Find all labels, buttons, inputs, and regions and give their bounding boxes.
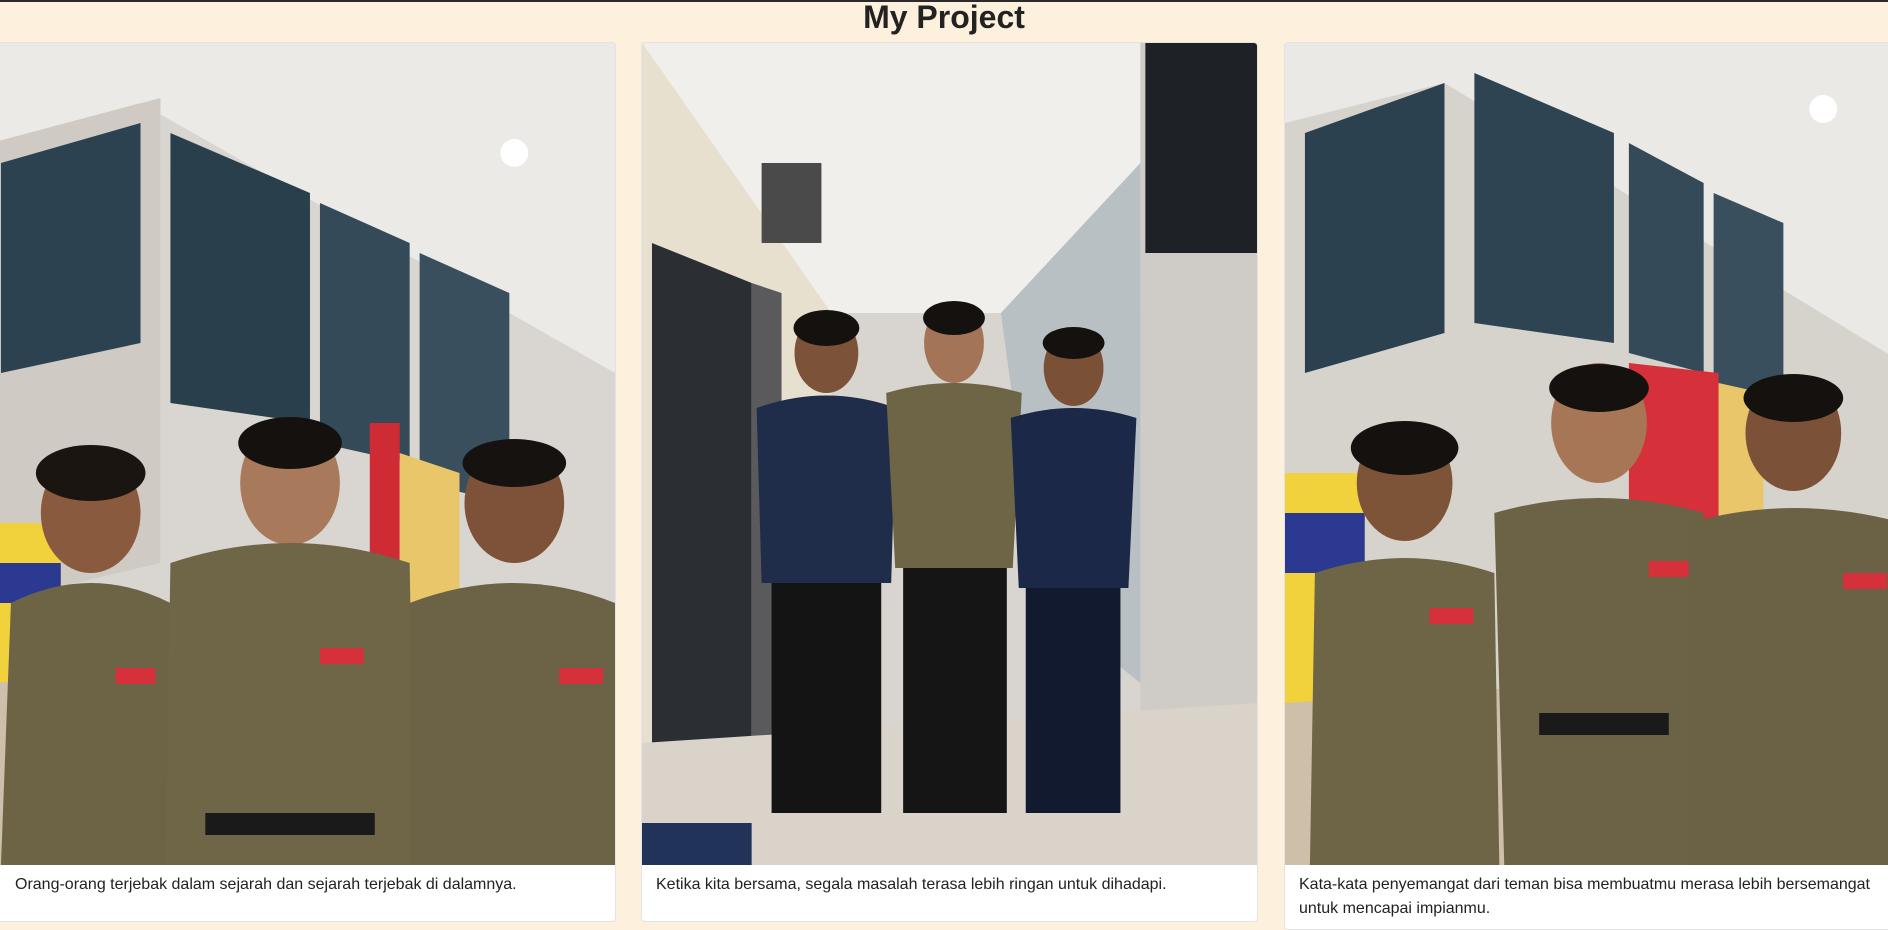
project-caption-1: Orang-orang terjebak dalam sejarah dan s…	[15, 876, 517, 893]
project-card-3[interactable]: Kata-kata penyemangat dari teman bisa me…	[1284, 42, 1888, 930]
project-photo-1[interactable]	[0, 43, 615, 865]
page-title: My Project	[863, 0, 1025, 35]
project-photo-2[interactable]	[642, 43, 1257, 865]
project-caption-3: Kata-kata penyemangat dari teman bisa me…	[1299, 876, 1870, 917]
project-card-1[interactable]: Orang-orang terjebak dalam sejarah dan s…	[0, 42, 616, 922]
photo-3-illustration	[1285, 43, 1888, 865]
photo-2-illustration	[642, 43, 1257, 865]
photo-1-illustration	[0, 43, 615, 865]
project-caption-2: Ketika kita bersama, segala masalah tera…	[656, 876, 1167, 893]
project-card-2[interactable]: Ketika kita bersama, segala masalah tera…	[641, 42, 1258, 922]
project-photo-3[interactable]	[1285, 43, 1888, 865]
